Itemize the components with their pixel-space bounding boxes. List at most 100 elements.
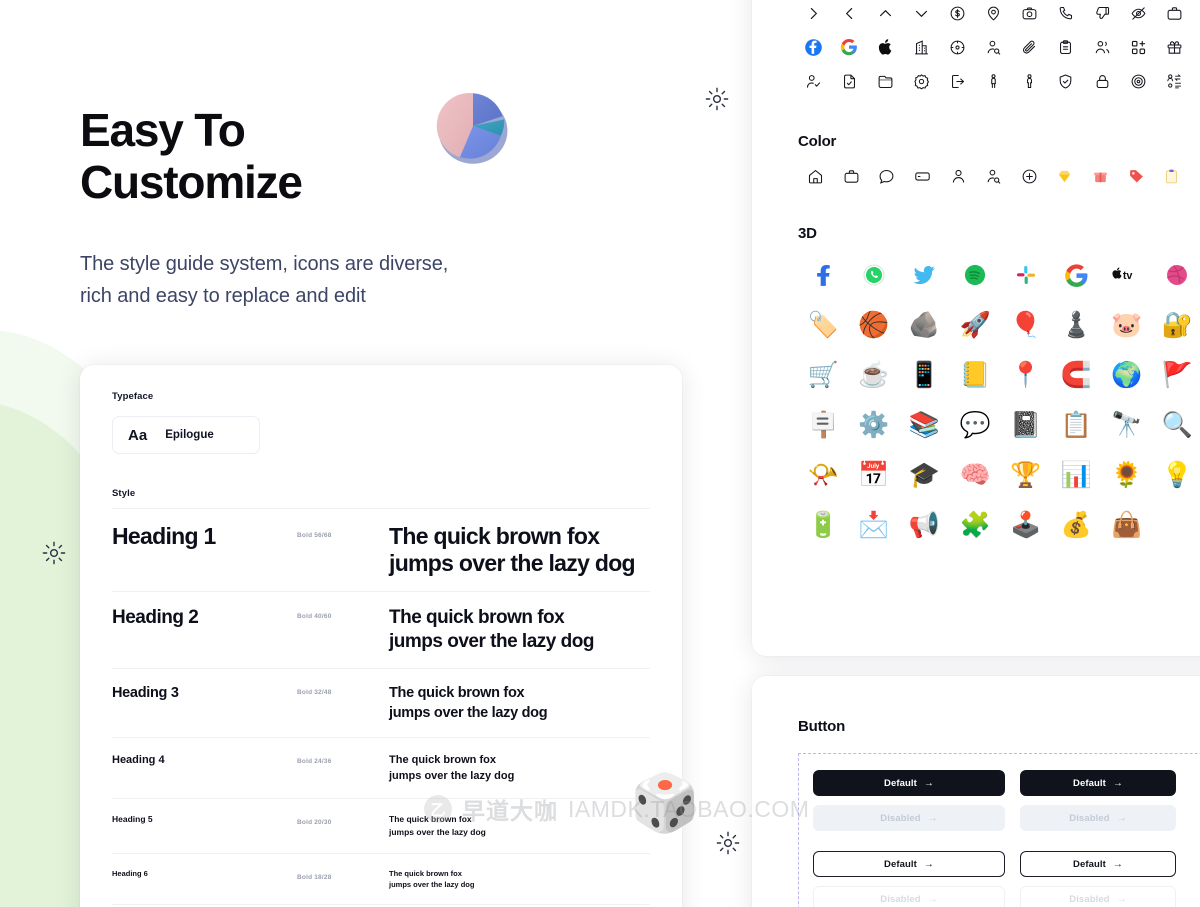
smartphone-3d-icon[interactable]: 📱: [899, 350, 950, 400]
google-icon[interactable]: [834, 32, 865, 62]
phone-icon[interactable]: [1051, 0, 1082, 28]
paperclip-icon[interactable]: [1015, 32, 1046, 62]
lock-3d-icon[interactable]: 🔐: [1152, 300, 1200, 350]
hot-air-balloon-3d-icon[interactable]: 🎈: [1000, 300, 1051, 350]
shield-check-icon[interactable]: [1051, 66, 1082, 96]
chevron-right-icon[interactable]: [798, 0, 829, 28]
map-pin-3d-icon[interactable]: 📍: [1000, 350, 1051, 400]
copy-icon[interactable]: [1195, 66, 1200, 96]
clipboard-3d-icon[interactable]: 📋: [1051, 400, 1102, 450]
typeface-selector[interactable]: Aa Epilogue: [112, 416, 260, 454]
folder-icon[interactable]: [870, 66, 901, 96]
lock-icon[interactable]: [1087, 66, 1118, 96]
user-icon[interactable]: [940, 160, 976, 192]
apple-tv-3d-icon[interactable]: tv: [1102, 250, 1153, 300]
magnifier-3d-icon[interactable]: 🔍: [1152, 400, 1200, 450]
clipboard-icon[interactable]: [1051, 32, 1082, 62]
default-button-filled-narrow[interactable]: Default →: [1020, 770, 1176, 796]
user-search-icon[interactable]: [978, 32, 1009, 62]
default-button-outline-narrow[interactable]: Default →: [1020, 851, 1176, 877]
default-button-outline-wide[interactable]: Default →: [813, 851, 1005, 877]
pie-chart-3d-icon[interactable]: 📊: [1051, 450, 1102, 500]
chevron-left-icon[interactable]: [834, 0, 865, 28]
percent-circle-icon[interactable]: [1195, 32, 1200, 62]
books-3d-icon[interactable]: 📚: [899, 400, 950, 450]
bell-icon[interactable]: [1195, 0, 1200, 28]
flag-3d-icon[interactable]: 🚩: [1152, 350, 1200, 400]
user-switch-icon[interactable]: [1159, 66, 1190, 96]
facebook-3d-icon[interactable]: [798, 250, 849, 300]
style-spec: Bold 40/60: [297, 613, 332, 620]
globe-3d-icon[interactable]: 🌍: [1102, 350, 1153, 400]
puzzle-3d-icon[interactable]: 🧩: [950, 500, 1001, 550]
slack-3d-icon[interactable]: [1000, 250, 1051, 300]
whistle-3d-icon[interactable]: 📯: [798, 450, 849, 500]
clipboard-icon: [1154, 160, 1190, 192]
chess-pawn-3d-icon[interactable]: ♟️: [1051, 300, 1102, 350]
briefcase-icon[interactable]: [834, 160, 870, 192]
safe-3d-icon[interactable]: 📓: [1000, 400, 1051, 450]
battery-3d-icon[interactable]: 🔋: [798, 500, 849, 550]
target-icon[interactable]: [1123, 66, 1154, 96]
user-check-icon[interactable]: [798, 66, 829, 96]
signpost-3d-icon[interactable]: 🪧: [798, 400, 849, 450]
dollar-circle-icon[interactable]: [942, 0, 973, 28]
whatsapp-3d-icon[interactable]: [849, 250, 900, 300]
money-bag-3d-icon[interactable]: 💰: [1051, 500, 1102, 550]
home-icon[interactable]: [798, 160, 834, 192]
gears-3d-icon[interactable]: ⚙️: [849, 400, 900, 450]
grid-plus-icon[interactable]: [1123, 32, 1154, 62]
paper-plane-3d-icon[interactable]: 📩: [849, 500, 900, 550]
trophy-3d-icon[interactable]: 🏆: [1000, 450, 1051, 500]
gift-card-icon[interactable]: [905, 160, 941, 192]
binoculars-3d-icon[interactable]: 🔭: [1102, 400, 1153, 450]
eye-off-icon[interactable]: [1123, 0, 1154, 28]
person-icon[interactable]: [1015, 66, 1046, 96]
rock-3d-icon[interactable]: 🪨: [899, 300, 950, 350]
location-pin-icon[interactable]: [978, 0, 1009, 28]
person-standing-icon[interactable]: [978, 66, 1009, 96]
button-grid: Default → Disabled → Default → Disabled …: [813, 770, 1200, 907]
briefcase-icon[interactable]: [1159, 0, 1190, 28]
apple-icon[interactable]: [870, 32, 901, 62]
dribbble-3d-icon[interactable]: [1152, 250, 1200, 300]
chevron-up-icon[interactable]: [870, 0, 901, 28]
logout-icon[interactable]: [942, 66, 973, 96]
calendar-3d-icon[interactable]: 📅: [849, 450, 900, 500]
speech-bubble-3d-icon[interactable]: 💬: [950, 400, 1001, 450]
magnet-3d-icon[interactable]: 🧲: [1051, 350, 1102, 400]
plus-circle-icon[interactable]: [1012, 160, 1048, 192]
coffee-cup-3d-icon[interactable]: ☕: [849, 350, 900, 400]
google-3d-icon[interactable]: [1051, 250, 1102, 300]
wallet-3d-icon[interactable]: 👜: [1102, 500, 1153, 550]
user-search-icon[interactable]: [976, 160, 1012, 192]
camera-icon[interactable]: [1015, 0, 1046, 28]
default-button-filled-wide[interactable]: Default →: [813, 770, 1005, 796]
twitter-3d-icon[interactable]: [899, 250, 950, 300]
brain-3d-icon[interactable]: 🧠: [950, 450, 1001, 500]
shopping-cart-3d-icon[interactable]: 🛒: [798, 350, 849, 400]
compass-icon[interactable]: [942, 32, 973, 62]
flower-3d-icon[interactable]: 🌻: [1102, 450, 1153, 500]
style-spec: Bold 20/30: [297, 819, 332, 826]
light-bulb-3d-icon[interactable]: 💡: [1152, 450, 1200, 500]
megaphone-3d-icon[interactable]: 📢: [899, 500, 950, 550]
basketball-3d-icon[interactable]: 🏀: [849, 300, 900, 350]
building-icon[interactable]: [906, 32, 937, 62]
users-icon[interactable]: [1087, 32, 1118, 62]
facebook-icon[interactable]: [798, 32, 829, 62]
rocket-3d-icon[interactable]: 🚀: [950, 300, 1001, 350]
chevron-down-icon[interactable]: [906, 0, 937, 28]
graduation-cap-3d-icon[interactable]: 🎓: [899, 450, 950, 500]
settings-icon[interactable]: [906, 66, 937, 96]
luggage-tag-3d-icon[interactable]: 🏷️: [798, 300, 849, 350]
thumbs-down-icon[interactable]: [1087, 0, 1118, 28]
chat-bubble-icon[interactable]: [869, 160, 905, 192]
piggy-bank-3d-icon[interactable]: 🐷: [1102, 300, 1153, 350]
envelope-3d-icon[interactable]: 📒: [950, 350, 1001, 400]
gift-icon[interactable]: [1159, 32, 1190, 62]
table-row: Heading 3 Bold 32/48 The quick brown fox…: [112, 668, 650, 737]
joystick-3d-icon[interactable]: 🕹️: [1000, 500, 1051, 550]
file-check-icon[interactable]: [834, 66, 865, 96]
spotify-3d-icon[interactable]: [950, 250, 1001, 300]
